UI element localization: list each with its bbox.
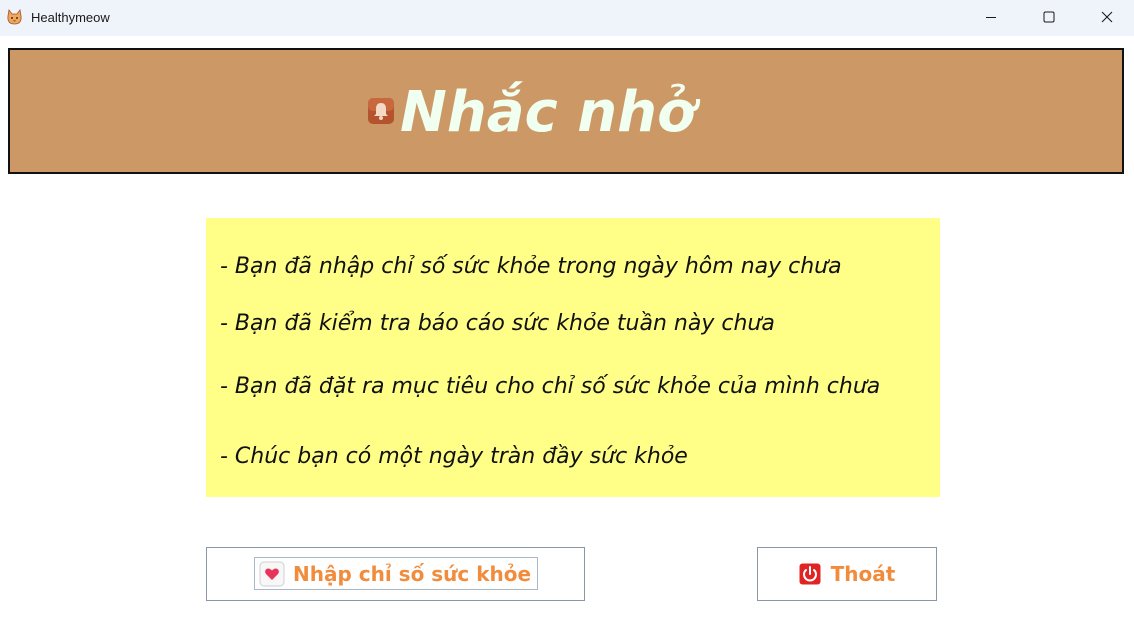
- enter-health-metrics-button[interactable]: Nhập chỉ số sức khỏe: [206, 547, 585, 601]
- window-title: Healthymeow: [31, 10, 110, 25]
- power-icon: [799, 563, 821, 585]
- header-banner: Nhắc nhở: [8, 48, 1124, 174]
- close-button[interactable]: [1078, 0, 1134, 34]
- page-title: Nhắc nhở: [400, 80, 696, 145]
- reminder-item: - Bạn đã nhập chỉ số sức khỏe trong ngày…: [220, 254, 842, 279]
- close-icon: [1101, 11, 1113, 23]
- enter-health-metrics-label: Nhập chỉ số sức khỏe: [293, 561, 532, 586]
- bell-icon: [368, 98, 394, 124]
- cat-icon: [7, 9, 22, 25]
- maximize-button[interactable]: [1020, 0, 1078, 34]
- minimize-button[interactable]: [962, 0, 1020, 34]
- exit-label: Thoát: [830, 562, 896, 586]
- reminder-item: - Bạn đã đặt ra mục tiêu cho chỉ số sức …: [220, 374, 881, 399]
- reminder-item: - Bạn đã kiểm tra báo cáo sức khỏe tuần …: [220, 311, 775, 336]
- title-bar[interactable]: Healthymeow: [0, 0, 1134, 36]
- heart-calendar-icon: [259, 561, 285, 586]
- reminder-item: - Chúc bạn có một ngày tràn đầy sức khỏe: [220, 444, 688, 469]
- enter-health-metrics-focus-box: Nhập chỉ số sức khỏe: [254, 557, 538, 590]
- app-window: Healthymeow Nhắc nhở - Bạn đã nhập chỉ s…: [0, 0, 1134, 644]
- minimize-icon: [986, 17, 996, 18]
- exit-button[interactable]: Thoát: [757, 547, 937, 601]
- reminder-panel: - Bạn đã nhập chỉ số sức khỏe trong ngày…: [206, 218, 940, 497]
- maximize-icon: [1043, 11, 1055, 23]
